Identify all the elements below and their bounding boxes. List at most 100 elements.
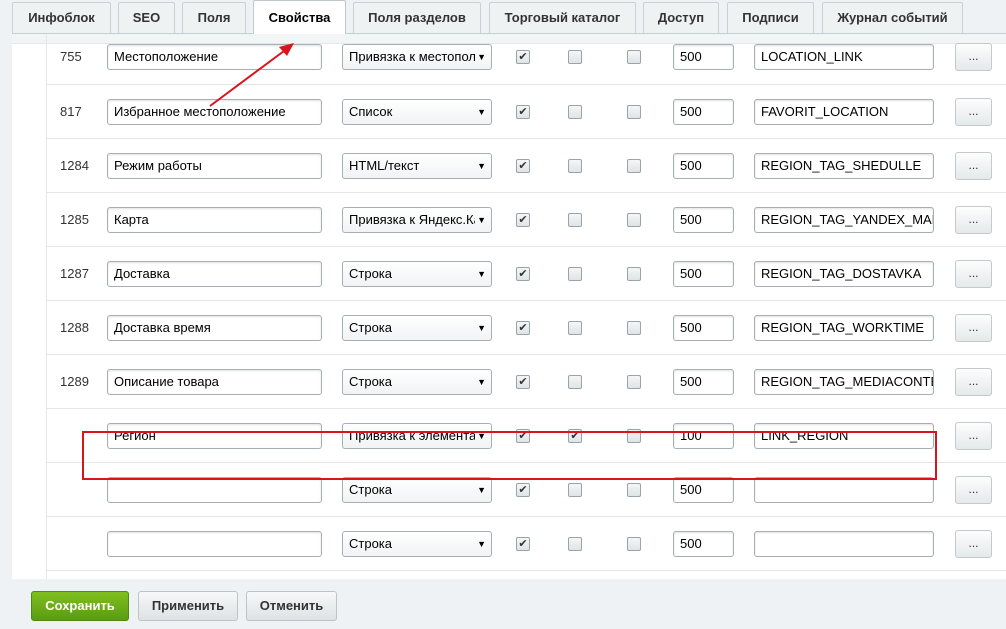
sort-input[interactable]: 500 — [673, 153, 734, 179]
property-type-select[interactable]: Строка ▼ — [342, 315, 492, 341]
required-checkbox[interactable] — [627, 159, 641, 173]
multiple-checkbox[interactable] — [568, 213, 582, 227]
property-name-input[interactable]: Местоположение — [107, 44, 322, 70]
property-id: 1289 — [60, 374, 89, 389]
sort-input[interactable]: 500 — [673, 531, 734, 557]
more-settings-button[interactable]: ... — [955, 530, 992, 558]
active-checkbox[interactable]: ✔ — [516, 483, 530, 497]
more-settings-button[interactable]: ... — [955, 368, 992, 396]
active-checkbox[interactable]: ✔ — [516, 213, 530, 227]
sort-input[interactable]: 100 — [673, 423, 734, 449]
multiple-checkbox[interactable] — [568, 159, 582, 173]
required-checkbox[interactable] — [627, 375, 641, 389]
tab-seo[interactable]: SEO — [118, 2, 175, 33]
more-settings-button[interactable]: ... — [955, 98, 992, 126]
code-input[interactable]: FAVORIT_LOCATION — [754, 99, 934, 125]
tab-access[interactable]: Доступ — [643, 2, 719, 33]
property-name-input[interactable]: Доставка — [107, 261, 322, 287]
more-settings-button[interactable]: ... — [955, 422, 992, 450]
property-name-input[interactable]: Избранное местоположение — [107, 99, 322, 125]
active-checkbox[interactable]: ✔ — [516, 537, 530, 551]
property-name-input[interactable]: Карта — [107, 207, 322, 233]
dropdown-arrow-icon: ▼ — [477, 485, 486, 495]
multiple-checkbox[interactable] — [568, 105, 582, 119]
sort-input[interactable]: 500 — [673, 261, 734, 287]
sort-input[interactable]: 500 — [673, 99, 734, 125]
multiple-checkbox[interactable] — [568, 267, 582, 281]
code-input[interactable]: LINK_REGION — [754, 423, 934, 449]
property-type-select[interactable]: Строка ▼ — [342, 477, 492, 503]
required-checkbox[interactable] — [627, 429, 641, 443]
more-settings-button[interactable]: ... — [955, 476, 992, 504]
more-settings-button[interactable]: ... — [955, 152, 992, 180]
multiple-checkbox[interactable] — [568, 321, 582, 335]
tab-event-log[interactable]: Журнал событий — [822, 2, 963, 33]
sort-input[interactable]: 500 — [673, 369, 734, 395]
code-input[interactable]: REGION_TAG_MEDIACONTENT — [754, 369, 934, 395]
property-name-input[interactable]: Доставка время — [107, 315, 322, 341]
property-type-select[interactable]: Строка ▼ — [342, 369, 492, 395]
code-input[interactable]: REGION_TAG_WORKTIME — [754, 315, 934, 341]
tab-bar: Инфоблок SEO Поля Свойства Поля разделов… — [0, 0, 1006, 34]
multiple-checkbox[interactable] — [568, 50, 582, 64]
property-name-input[interactable] — [107, 477, 322, 503]
code-input[interactable]: LOCATION_LINK — [754, 44, 934, 70]
property-type-select[interactable]: Привязка к местоположению▼ — [342, 44, 492, 70]
sort-input[interactable]: 500 — [673, 315, 734, 341]
property-type-select[interactable]: Привязка к элементам ▼ — [342, 423, 492, 449]
property-type-select[interactable]: HTML/текст ▼ — [342, 153, 492, 179]
multiple-checkbox[interactable] — [568, 483, 582, 497]
property-type-select[interactable]: Привязка к Яндекс.Карте▼ — [342, 207, 492, 233]
tab-captions[interactable]: Подписи — [727, 2, 814, 33]
required-checkbox[interactable] — [627, 105, 641, 119]
code-input[interactable]: REGION_TAG_YANDEX_MAP — [754, 207, 934, 233]
required-checkbox[interactable] — [627, 50, 641, 64]
active-checkbox[interactable]: ✔ — [516, 50, 530, 64]
tab-properties[interactable]: Свойства — [253, 0, 346, 34]
property-name-input[interactable]: Режим работы — [107, 153, 322, 179]
active-checkbox[interactable]: ✔ — [516, 105, 530, 119]
active-checkbox[interactable]: ✔ — [516, 159, 530, 173]
property-type-select[interactable]: Строка ▼ — [342, 261, 492, 287]
sort-input[interactable]: 500 — [673, 44, 734, 70]
tab-trade-catalog[interactable]: Торговый каталог — [489, 2, 636, 33]
property-type-select[interactable]: Строка ▼ — [342, 531, 492, 557]
more-settings-button[interactable]: ... — [955, 260, 992, 288]
code-input[interactable]: REGION_TAG_SHEDULLE — [754, 153, 934, 179]
code-input[interactable] — [754, 477, 934, 503]
apply-button[interactable]: Применить — [138, 591, 238, 621]
more-settings-button[interactable]: ... — [955, 314, 992, 342]
active-checkbox[interactable]: ✔ — [516, 375, 530, 389]
property-name-input[interactable]: Описание товара — [107, 369, 322, 395]
required-checkbox[interactable] — [627, 213, 641, 227]
sort-input[interactable]: 500 — [673, 207, 734, 233]
required-checkbox[interactable] — [627, 321, 641, 335]
tab-section-fields[interactable]: Поля разделов — [353, 2, 481, 33]
required-checkbox[interactable] — [627, 267, 641, 281]
save-button[interactable]: Сохранить — [31, 591, 129, 621]
more-settings-button[interactable]: ... — [955, 206, 992, 234]
code-input[interactable] — [754, 531, 934, 557]
property-id: 755 — [60, 49, 82, 64]
required-checkbox[interactable] — [627, 537, 641, 551]
multiple-checkbox[interactable]: ✔ — [568, 429, 582, 443]
cancel-button[interactable]: Отменить — [246, 591, 337, 621]
active-checkbox[interactable]: ✔ — [516, 321, 530, 335]
property-name-input[interactable]: Регион — [107, 423, 322, 449]
multiple-checkbox[interactable] — [568, 375, 582, 389]
property-name-input[interactable] — [107, 531, 322, 557]
active-checkbox[interactable]: ✔ — [516, 429, 530, 443]
more-settings-button[interactable]: ... — [955, 43, 992, 71]
properties-table: 755 Местоположение Привязка к местоположен… — [46, 34, 1006, 580]
tab-fields[interactable]: Поля — [182, 2, 246, 33]
dropdown-arrow-icon: ▼ — [477, 431, 486, 441]
sort-input[interactable]: 500 — [673, 477, 734, 503]
property-type-value: Привязка к местоположению — [349, 49, 475, 64]
code-input[interactable]: REGION_TAG_DOSTAVKA — [754, 261, 934, 287]
multiple-checkbox[interactable] — [568, 537, 582, 551]
tab-infoblock[interactable]: Инфоблок — [12, 2, 111, 33]
table-row: 1287 Доставка Строка ▼ ✔ 500 REGION_TAG_DOSTAV… — [47, 247, 1006, 301]
required-checkbox[interactable] — [627, 483, 641, 497]
active-checkbox[interactable]: ✔ — [516, 267, 530, 281]
property-type-select[interactable]: Список ▼ — [342, 99, 492, 125]
